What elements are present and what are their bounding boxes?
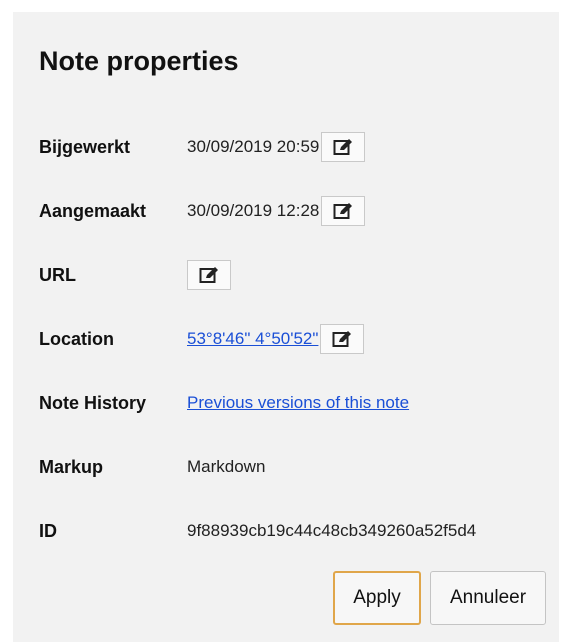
updated-label: Bijgewerkt [39,136,131,157]
history-value-group: Previous versions of this note [187,393,409,413]
markup-value: Markdown [187,457,266,476]
markup-label: Markup [39,456,104,477]
url-label: URL [39,264,76,285]
edit-created-button[interactable] [321,196,366,226]
edit-icon [333,139,353,155]
updated-value: 30/09/2019 20:59 [187,137,320,156]
apply-button[interactable]: Apply [333,571,421,625]
cancel-button[interactable]: Annuleer [430,571,546,625]
edit-icon [332,331,352,347]
edit-location-button[interactable] [320,324,365,354]
location-label: Location [39,328,114,349]
updated-value-group: 30/09/2019 20:59 [187,132,366,162]
location-value-group: 53°8'46" 4°50'52" [187,324,365,354]
edit-icon [333,203,353,219]
note-properties-dialog: Note properties Bijgewerkt 30/09/2019 20… [13,12,559,642]
created-value-group: 30/09/2019 12:28 [187,196,366,226]
edit-updated-button[interactable] [321,132,366,162]
created-label: Aangemaakt [39,200,147,221]
history-label: Note History [39,392,147,413]
edit-url-button[interactable] [187,260,231,290]
dialog-title: Note properties [39,46,239,76]
edit-icon [199,267,218,283]
created-value: 30/09/2019 12:28 [187,201,320,220]
id-label: ID [39,520,57,541]
url-value-group [187,260,231,290]
history-link[interactable]: Previous versions of this note [187,393,409,413]
id-value: 9f88939cb19c44c48cb349260a52f5d4 [187,521,477,540]
location-link[interactable]: 53°8'46" 4°50'52" [187,329,318,349]
